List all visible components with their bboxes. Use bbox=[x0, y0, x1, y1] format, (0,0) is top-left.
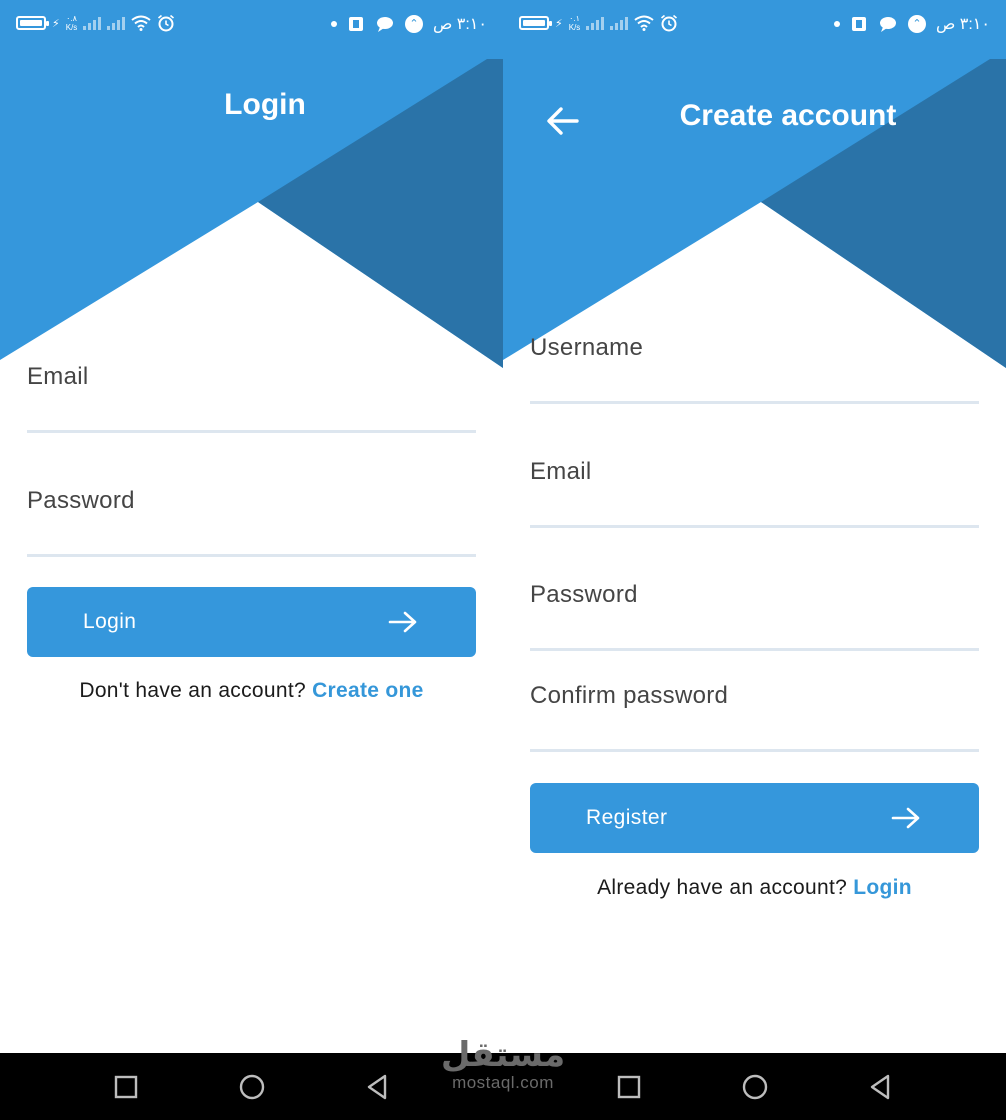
battery-icon bbox=[16, 16, 49, 30]
register-button[interactable]: Register bbox=[530, 783, 979, 853]
recent-apps-icon[interactable] bbox=[111, 1072, 141, 1102]
email-underline bbox=[27, 430, 476, 433]
page-title: Login bbox=[224, 88, 306, 121]
chat-icon bbox=[879, 17, 896, 32]
username-underline bbox=[530, 401, 979, 404]
email-input[interactable] bbox=[27, 363, 480, 425]
dot-icon bbox=[833, 21, 840, 27]
back-icon[interactable] bbox=[866, 1072, 896, 1102]
email-input[interactable] bbox=[530, 458, 983, 520]
watermark-domain: mostaql.com bbox=[452, 1073, 554, 1092]
arrow-left-icon[interactable] bbox=[543, 101, 583, 141]
signal-2-icon bbox=[610, 16, 629, 30]
username-input[interactable] bbox=[530, 334, 983, 396]
confirm-password-underline bbox=[530, 749, 979, 752]
signup-prompt: Don't have an account? Create one bbox=[0, 679, 503, 703]
password-field[interactable]: Password bbox=[530, 581, 983, 651]
recent-apps-icon[interactable] bbox=[614, 1072, 644, 1102]
dot-icon bbox=[330, 21, 337, 27]
home-icon[interactable] bbox=[237, 1072, 267, 1102]
confirm-password-field[interactable]: Confirm password bbox=[530, 682, 983, 752]
login-button[interactable]: Login bbox=[27, 587, 476, 657]
confirm-password-input[interactable] bbox=[530, 682, 983, 744]
email-field[interactable]: Email bbox=[530, 458, 983, 528]
back-icon[interactable] bbox=[363, 1072, 393, 1102]
network-speed: ٠.٨ K/s bbox=[65, 14, 78, 32]
watermark-logo: مستقل bbox=[440, 1035, 566, 1075]
login-header-background bbox=[0, 0, 503, 368]
clock: ٣:١٠ ص bbox=[935, 16, 990, 33]
charging-bolt-icon: ⚡ bbox=[52, 17, 60, 30]
wifi-icon bbox=[131, 15, 151, 31]
login-screen: ⚡ ٠.٨ K/s ⌃ ٣:١٠ ص Login Email Password … bbox=[0, 0, 503, 1053]
username-field[interactable]: Username bbox=[530, 334, 983, 404]
chat-icon bbox=[376, 17, 393, 32]
password-underline bbox=[530, 648, 979, 651]
app-badge-icon: ⌃ bbox=[404, 15, 423, 33]
app-badge-icon: ⌃ bbox=[907, 15, 926, 33]
arrow-right-icon bbox=[891, 807, 920, 829]
alarm-icon bbox=[661, 14, 678, 32]
home-icon[interactable] bbox=[740, 1072, 770, 1102]
signup-prompt-text: Don't have an account? bbox=[79, 679, 313, 702]
wifi-icon bbox=[634, 15, 654, 31]
battery-icon bbox=[519, 16, 552, 30]
signal-icon bbox=[83, 16, 102, 30]
password-underline bbox=[27, 554, 476, 557]
login-prompt: Already have an account? Login bbox=[503, 876, 1006, 900]
login-prompt-text: Already have an account? bbox=[597, 876, 854, 899]
page-title: Create account bbox=[679, 99, 897, 132]
login-button-label: Login bbox=[83, 610, 137, 633]
email-underline bbox=[530, 525, 979, 528]
login-link[interactable]: Login bbox=[853, 876, 912, 899]
sim-icon bbox=[348, 17, 363, 31]
create-account-link[interactable]: Create one bbox=[312, 679, 424, 702]
password-field[interactable]: Password bbox=[27, 487, 480, 557]
status-bar: ⚡ ٠.١ K/s ⌃ ٣:١٠ ص bbox=[503, 0, 1006, 50]
password-input[interactable] bbox=[27, 487, 480, 549]
signal-2-icon bbox=[107, 16, 126, 30]
status-bar: ⚡ ٠.٨ K/s ⌃ ٣:١٠ ص bbox=[0, 0, 503, 50]
signal-icon bbox=[586, 16, 605, 30]
arrow-right-icon bbox=[388, 611, 417, 633]
charging-bolt-icon: ⚡ bbox=[555, 17, 563, 30]
clock: ٣:١٠ ص bbox=[432, 16, 487, 33]
email-field[interactable]: Email bbox=[27, 363, 480, 433]
register-screen: ⚡ ٠.١ K/s ⌃ ٣:١٠ ص Create account Userna… bbox=[503, 0, 1006, 1053]
sim-icon bbox=[851, 17, 866, 31]
register-button-label: Register bbox=[586, 806, 668, 829]
network-speed: ٠.١ K/s bbox=[568, 14, 581, 32]
watermark: مستقل mostaql.com bbox=[430, 1036, 576, 1092]
password-input[interactable] bbox=[530, 581, 983, 643]
alarm-icon bbox=[158, 14, 175, 32]
